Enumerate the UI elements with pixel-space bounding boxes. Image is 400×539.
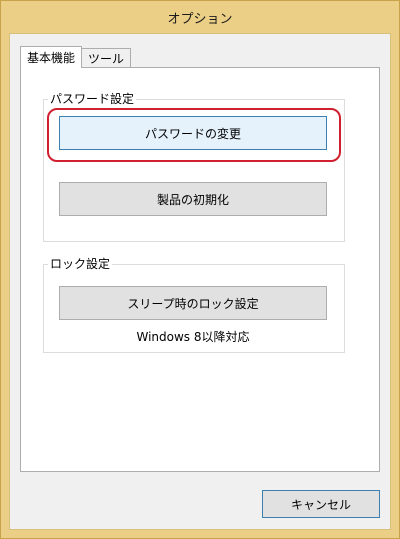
dialog-client-area: 基本機能 ツール パスワード設定 パスワードの変更 製品の初期化 ロック設定 ス… <box>9 33 391 530</box>
cancel-button[interactable]: キャンセル <box>262 490 380 518</box>
password-settings-legend: パスワード設定 <box>48 92 137 106</box>
options-dialog: オプション 基本機能 ツール パスワード設定 パスワードの変更 製品の初期化 ロ… <box>0 0 400 539</box>
tab-tools[interactable]: ツール <box>82 48 132 68</box>
lock-settings-legend: ロック設定 <box>48 257 113 271</box>
tab-panel-basic-functions: パスワード設定 パスワードの変更 製品の初期化 ロック設定 スリープ時のロック設… <box>20 67 380 472</box>
title-bar: オプション <box>1 1 399 33</box>
tab-basic-functions[interactable]: 基本機能 <box>20 46 83 68</box>
windows-support-note: Windows 8以降対応 <box>136 330 250 344</box>
tab-strip: 基本機能 ツール <box>20 46 132 68</box>
factory-reset-button[interactable]: 製品の初期化 <box>59 182 327 216</box>
change-password-button[interactable]: パスワードの変更 <box>59 116 327 150</box>
sleep-lock-settings-button[interactable]: スリープ時のロック設定 <box>59 286 327 320</box>
window-title: オプション <box>167 11 233 27</box>
